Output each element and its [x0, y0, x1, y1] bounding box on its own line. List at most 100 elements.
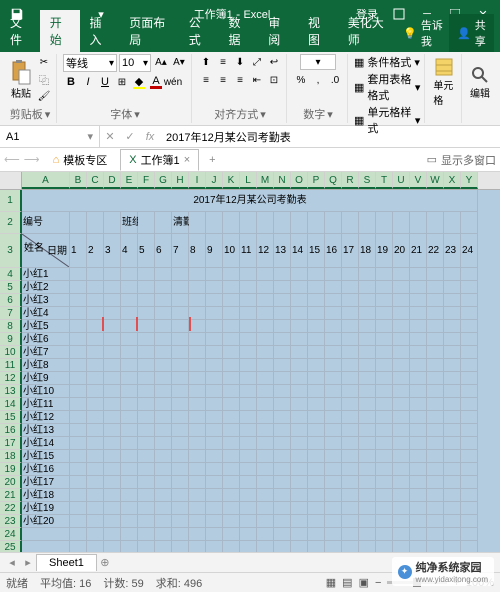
- cell[interactable]: [70, 359, 87, 372]
- cell[interactable]: [444, 450, 461, 463]
- cell[interactable]: [393, 333, 410, 346]
- fx-icon[interactable]: fx: [140, 126, 160, 147]
- cell[interactable]: [393, 212, 410, 234]
- cell[interactable]: [308, 385, 325, 398]
- cell[interactable]: [359, 450, 376, 463]
- cell[interactable]: [342, 489, 359, 502]
- cell[interactable]: [427, 268, 444, 281]
- cell[interactable]: [138, 268, 155, 281]
- cell[interactable]: [325, 411, 342, 424]
- cell[interactable]: [427, 294, 444, 307]
- cell[interactable]: [359, 528, 376, 541]
- close-tab-icon[interactable]: ×: [184, 154, 190, 166]
- cell[interactable]: [70, 281, 87, 294]
- cell[interactable]: 小红9: [22, 372, 70, 385]
- cell[interactable]: [359, 307, 376, 320]
- row-header[interactable]: 3: [0, 234, 22, 268]
- cell[interactable]: [461, 385, 478, 398]
- cell[interactable]: [393, 346, 410, 359]
- cell[interactable]: [444, 212, 461, 234]
- cell[interactable]: [291, 450, 308, 463]
- cell[interactable]: [325, 294, 342, 307]
- cell[interactable]: [274, 489, 291, 502]
- cell[interactable]: [257, 463, 274, 476]
- cell[interactable]: [155, 489, 172, 502]
- cell[interactable]: [325, 515, 342, 528]
- column-header[interactable]: X: [444, 172, 461, 189]
- cell[interactable]: [121, 359, 138, 372]
- cell[interactable]: [461, 294, 478, 307]
- cell[interactable]: [461, 307, 478, 320]
- inc-decimal-icon[interactable]: .0: [327, 72, 343, 88]
- cell[interactable]: [87, 424, 104, 437]
- cell[interactable]: [461, 437, 478, 450]
- cell[interactable]: 17: [342, 234, 359, 268]
- cell[interactable]: [427, 333, 444, 346]
- cell[interactable]: [427, 411, 444, 424]
- cell[interactable]: [189, 502, 206, 515]
- row-header[interactable]: 2: [0, 212, 22, 234]
- cell[interactable]: [461, 281, 478, 294]
- column-header[interactable]: A: [22, 172, 70, 189]
- cell[interactable]: [172, 346, 189, 359]
- cell[interactable]: [189, 281, 206, 294]
- cell[interactable]: [410, 333, 427, 346]
- cell[interactable]: [461, 528, 478, 541]
- cell[interactable]: [444, 346, 461, 359]
- cell[interactable]: 5: [138, 234, 155, 268]
- cell[interactable]: [223, 333, 240, 346]
- cell[interactable]: [410, 281, 427, 294]
- cell[interactable]: [291, 437, 308, 450]
- cell[interactable]: [461, 424, 478, 437]
- tab-template[interactable]: ⌂模板专区: [44, 149, 117, 171]
- cell[interactable]: 22: [427, 234, 444, 268]
- cell[interactable]: [291, 528, 308, 541]
- cell[interactable]: [444, 398, 461, 411]
- cell[interactable]: [427, 450, 444, 463]
- cell[interactable]: [240, 463, 257, 476]
- cell[interactable]: [223, 294, 240, 307]
- cell[interactable]: [376, 307, 393, 320]
- copy-icon[interactable]: ⿻: [36, 72, 52, 88]
- cell[interactable]: [121, 385, 138, 398]
- cell[interactable]: [206, 268, 223, 281]
- cell[interactable]: [70, 346, 87, 359]
- wrap-text-icon[interactable]: ↩: [266, 54, 282, 70]
- cell[interactable]: [444, 424, 461, 437]
- cell[interactable]: [359, 411, 376, 424]
- cell[interactable]: [359, 437, 376, 450]
- cell[interactable]: [291, 268, 308, 281]
- cell[interactable]: [427, 385, 444, 398]
- cell[interactable]: 小红5: [22, 320, 70, 333]
- tab-home[interactable]: 开始: [40, 10, 80, 52]
- cell[interactable]: 小红11: [22, 398, 70, 411]
- cell[interactable]: 小红2: [22, 281, 70, 294]
- cell[interactable]: [291, 294, 308, 307]
- align-right-icon[interactable]: ≡: [232, 72, 248, 88]
- cell[interactable]: [444, 385, 461, 398]
- cell[interactable]: [189, 515, 206, 528]
- cell[interactable]: [291, 307, 308, 320]
- cell[interactable]: [172, 411, 189, 424]
- cell[interactable]: [87, 437, 104, 450]
- cell[interactable]: [410, 463, 427, 476]
- cell[interactable]: [155, 424, 172, 437]
- cell[interactable]: [410, 541, 427, 552]
- tab-insert[interactable]: 插入: [80, 10, 120, 52]
- cell[interactable]: [393, 541, 410, 552]
- row-header[interactable]: 6: [0, 294, 22, 307]
- view-normal-icon[interactable]: ▦: [326, 576, 336, 589]
- percent-icon[interactable]: %: [293, 72, 309, 88]
- cell[interactable]: [104, 476, 121, 489]
- cell[interactable]: [155, 372, 172, 385]
- cell[interactable]: [359, 281, 376, 294]
- cell[interactable]: [444, 541, 461, 552]
- cell[interactable]: [172, 515, 189, 528]
- cell[interactable]: 14: [291, 234, 308, 268]
- cell[interactable]: [393, 359, 410, 372]
- tell-me[interactable]: 告诉我: [421, 17, 445, 49]
- cell[interactable]: [104, 398, 121, 411]
- cell[interactable]: 10: [223, 234, 240, 268]
- cell[interactable]: [444, 294, 461, 307]
- row-header[interactable]: 1: [0, 190, 22, 212]
